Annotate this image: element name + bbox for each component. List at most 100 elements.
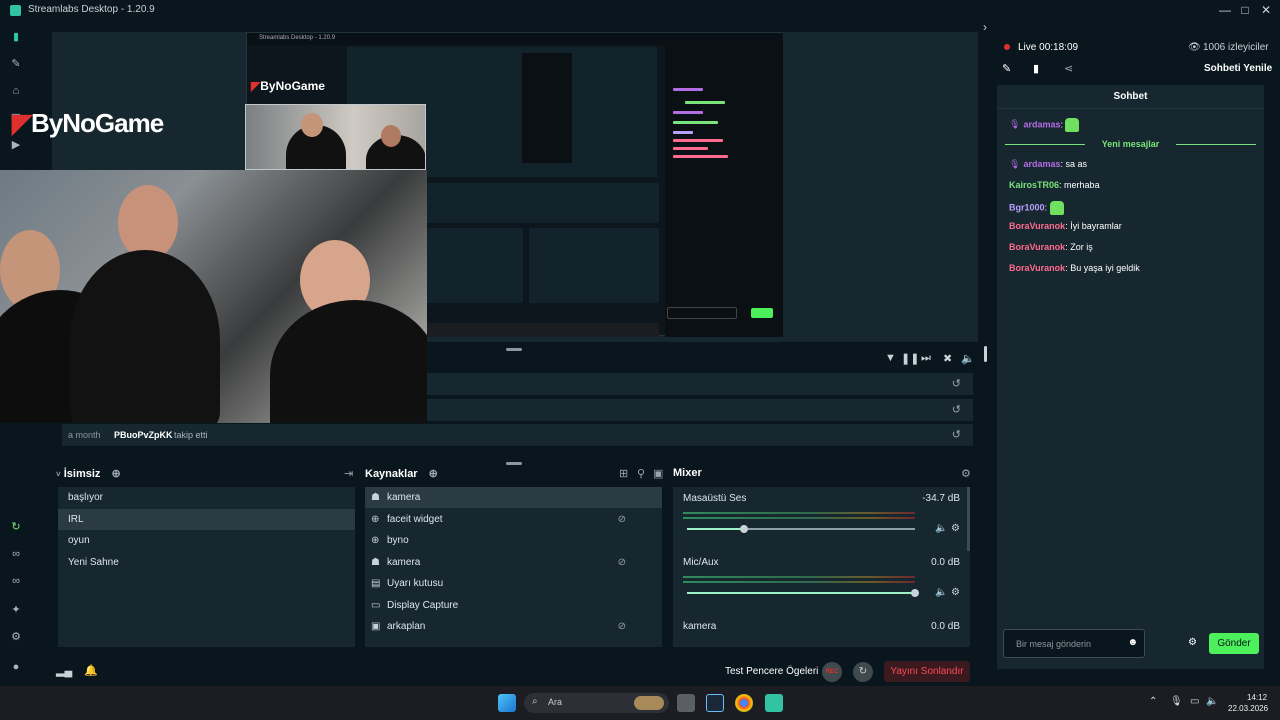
add-source-icon[interactable]: ⊕ — [429, 468, 438, 480]
small-camera-source[interactable] — [245, 104, 426, 170]
end-stream-button[interactable]: Yayını Sonlandır — [884, 661, 970, 682]
refresh-chat-button[interactable]: Sohbeti Yenile — [1204, 63, 1272, 74]
collapse-chevron-icon[interactable]: › — [983, 20, 987, 34]
new-messages-label: Yeni mesajlar — [1101, 139, 1160, 149]
nested-chat-input — [667, 307, 737, 319]
speaker-icon[interactable]: 🔈 — [1206, 696, 1218, 707]
channel-settings-icon[interactable]: ⚙ — [951, 523, 960, 534]
mute-icon[interactable]: 🔈 — [935, 587, 947, 598]
event-action: takip etti — [174, 430, 208, 440]
replay-icon[interactable]: ↺ — [952, 403, 961, 416]
scene-item[interactable]: oyun — [58, 530, 355, 551]
chat-input[interactable]: Bir mesaj gönderin ☻ — [1003, 629, 1145, 658]
store-icon[interactable]: ⌂ — [9, 84, 23, 98]
dashboard-icon[interactable]: ▮ — [1033, 62, 1039, 75]
chat-username[interactable]: KairosTR06 — [1009, 180, 1059, 190]
tray-chevron-icon[interactable]: ⌃ — [1149, 696, 1157, 707]
chat-message: KairosTR06: merhaba — [1009, 180, 1100, 190]
chat-settings-icon[interactable]: ⚙ — [1188, 637, 1197, 648]
chat-username[interactable]: BoraVuranok — [1009, 221, 1065, 231]
source-item[interactable]: ▤ Uyarı kutusu — [365, 573, 662, 594]
mute-icon[interactable]: 🔈 — [935, 523, 947, 534]
maximize-button[interactable]: □ — [1235, 2, 1255, 18]
replay-buffer-button[interactable]: ↻ — [853, 662, 873, 682]
sparkle-icon[interactable]: ✦ — [9, 603, 23, 617]
minimize-button[interactable]: — — [1215, 2, 1235, 18]
streamlabs-icon[interactable] — [765, 694, 783, 712]
profile-icon[interactable]: ● — [9, 660, 23, 674]
emoji-icon[interactable]: ☻ — [1127, 637, 1138, 648]
source-item[interactable]: ⊕ faceit widget ⊘ — [365, 509, 662, 530]
start-icon[interactable] — [498, 694, 516, 712]
filter-icon[interactable]: ▼ — [885, 352, 896, 364]
network-icon[interactable]: ▭ — [1190, 696, 1199, 707]
scene-item[interactable]: Yeni Sahne — [58, 552, 355, 573]
volume-icon[interactable]: 🔈 — [961, 352, 975, 365]
replay-icon[interactable]: ↺ — [952, 377, 961, 390]
channel-settings-icon[interactable]: ⚙ — [951, 587, 960, 598]
image-add-icon[interactable]: ▣ — [653, 467, 663, 480]
visibility-hidden-icon[interactable]: ⊘ — [618, 552, 626, 573]
edit-icon[interactable]: ✎ — [1002, 62, 1011, 75]
add-scene-icon[interactable]: ⊕ — [111, 468, 120, 480]
volume-knob[interactable] — [911, 589, 919, 597]
app-icon — [10, 5, 21, 16]
source-item[interactable]: ☗ kamera — [365, 487, 662, 508]
rec-button[interactable]: REC — [822, 662, 842, 682]
chat-resize-handle[interactable] — [984, 346, 987, 362]
highlighter-icon[interactable]: ↻ — [9, 520, 23, 534]
chat-title: Sohbet — [997, 85, 1264, 109]
mute-alerts-icon[interactable]: ✖ — [943, 352, 952, 365]
link-icon[interactable]: ∞ — [9, 547, 23, 561]
replay-icon[interactable]: ↺ — [952, 428, 961, 441]
chat-username[interactable]: ardamas — [1023, 119, 1060, 129]
folder-icon[interactable]: ⊞ — [619, 467, 628, 480]
scene-item[interactable]: IRL — [58, 508, 355, 530]
source-item[interactable]: ⊕ byno — [365, 530, 662, 551]
themes-icon[interactable]: ✎ — [9, 57, 23, 71]
camera-source[interactable] — [0, 170, 427, 423]
volume-knob[interactable] — [740, 525, 748, 533]
mixer-settings-icon[interactable]: ⚙ — [961, 467, 971, 480]
steam-icon[interactable] — [706, 694, 724, 712]
settings-icon[interactable]: ⚙ — [9, 630, 23, 644]
visibility-hidden-icon[interactable]: ⊘ — [618, 616, 626, 637]
scene-item[interactable]: başlıyor — [58, 487, 355, 508]
task-view-icon[interactable] — [677, 694, 695, 712]
link2-icon[interactable]: ∞ — [9, 574, 23, 588]
resize-handle-top[interactable] — [506, 348, 522, 351]
send-button[interactable]: Gönder — [1209, 633, 1259, 654]
chat-message: Bgr1000: — [1009, 201, 1064, 215]
editor-icon[interactable]: ▮ — [9, 30, 23, 44]
chat-username[interactable]: BoraVuranok — [1009, 242, 1065, 252]
search-icon: ⌕ — [532, 696, 538, 707]
pause-icon[interactable]: ❚❚ — [901, 352, 919, 365]
source-item[interactable]: ☗ kamera ⊘ — [365, 552, 662, 573]
close-button[interactable]: ✕ — [1256, 2, 1276, 18]
skip-icon[interactable]: ⏭ — [921, 352, 931, 365]
source-settings-icon[interactable]: ⚲ — [637, 467, 645, 480]
source-item[interactable]: ▭ Display Capture — [365, 595, 662, 616]
source-item[interactable]: ▣ arkaplan ⊘ — [365, 616, 662, 637]
play-icon[interactable]: ▶ — [9, 138, 23, 152]
notification-icon[interactable]: 🔔 — [84, 664, 98, 677]
mixer-scrollbar[interactable] — [967, 487, 970, 551]
volume-slider[interactable] — [687, 589, 919, 597]
chrome-icon[interactable] — [735, 694, 753, 712]
clock-date[interactable]: 22.03.2026 — [1228, 704, 1268, 713]
chat-text: merhaba — [1064, 180, 1100, 190]
visibility-hidden-icon[interactable]: ⊘ — [618, 509, 626, 530]
stats-icon[interactable]: ▂▄ — [56, 664, 72, 677]
taskbar-search[interactable]: ⌕ Ara — [524, 693, 669, 713]
clock-time[interactable]: 14:12 — [1247, 693, 1267, 702]
test-widgets-label[interactable]: Test Pencere Ögeleri — [725, 666, 818, 677]
volume-slider[interactable] — [687, 525, 915, 533]
channel-db: 0.0 dB — [931, 621, 960, 632]
share-icon[interactable]: ⋖ — [1064, 62, 1073, 75]
mic-icon[interactable]: 🎙 — [1170, 696, 1183, 707]
scene-transition-icon[interactable]: ⇥ — [344, 467, 353, 480]
chat-username[interactable]: BoraVuranok — [1009, 263, 1065, 273]
chat-username[interactable]: Bgr1000 — [1009, 202, 1045, 212]
chat-username[interactable]: ardamas — [1023, 159, 1060, 169]
scenes-header[interactable]: ˅ İsimsiz ⊕ — [56, 467, 121, 480]
